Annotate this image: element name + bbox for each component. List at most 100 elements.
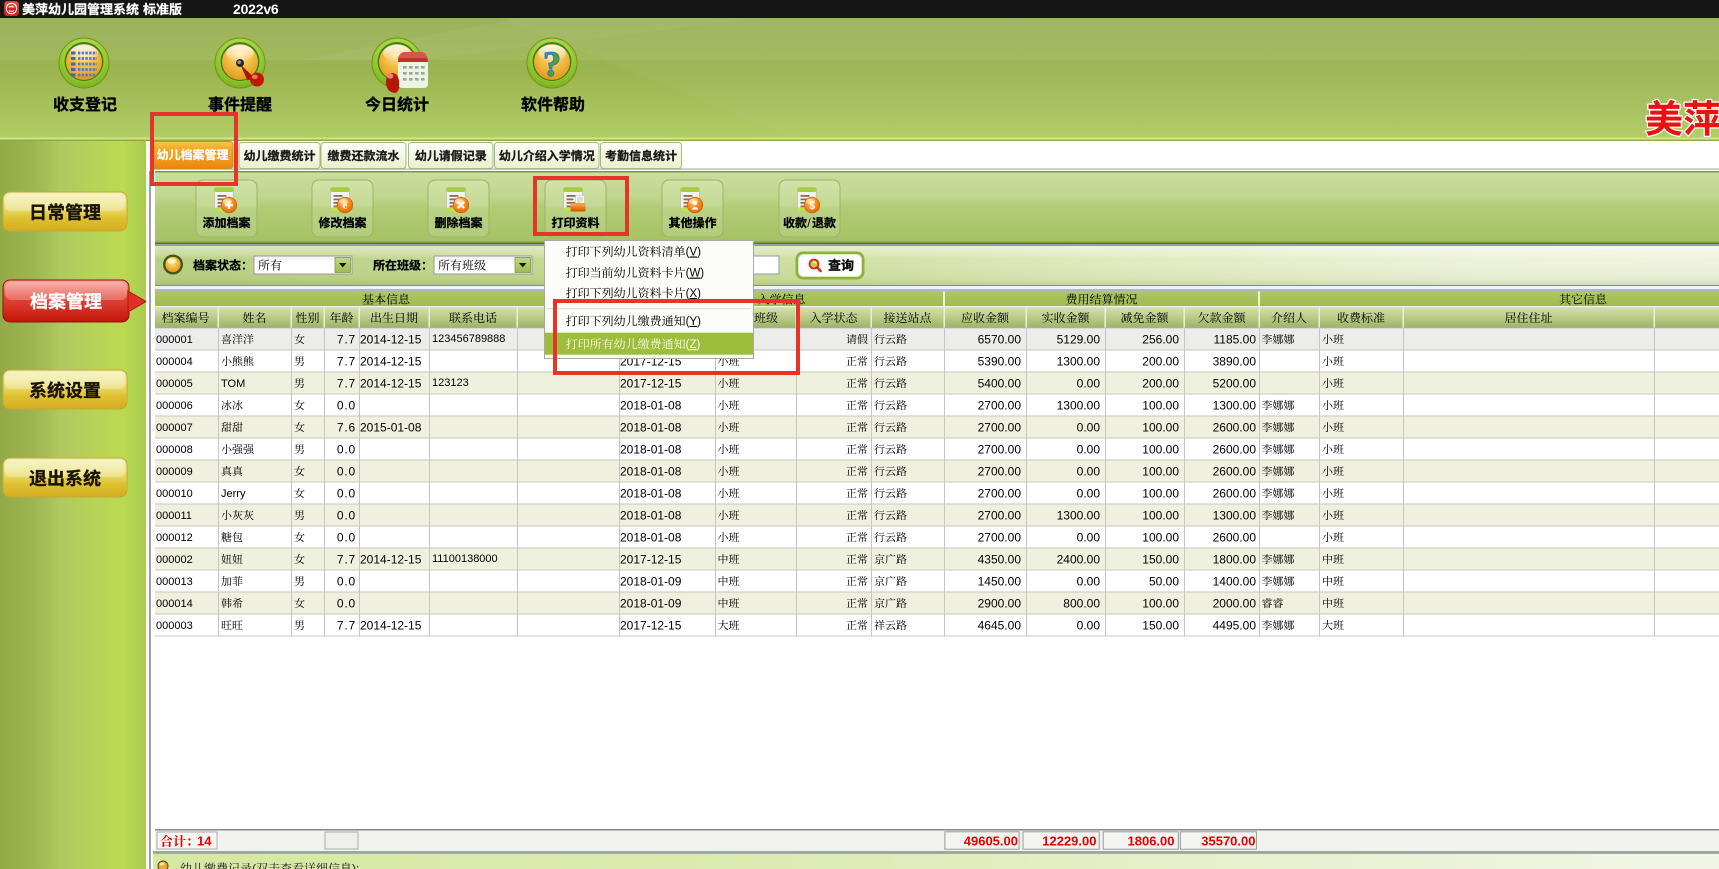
svg-text:000005: 000005 — [156, 378, 193, 390]
svg-text:TOM: TOM — [221, 378, 245, 390]
svg-text:3890.00: 3890.00 — [1213, 354, 1257, 368]
svg-text:0.0: 0.0 — [337, 464, 356, 478]
svg-text:0.00: 0.00 — [1077, 420, 1101, 434]
svg-text:2018-01-09: 2018-01-09 — [620, 596, 682, 610]
svg-text:2018-01-08: 2018-01-08 — [620, 398, 682, 412]
svg-text:0.00: 0.00 — [1077, 574, 1101, 588]
svg-text:4495.00: 4495.00 — [1213, 618, 1257, 632]
svg-text:256.00: 256.00 — [1142, 332, 1179, 346]
svg-text:1300.00: 1300.00 — [1213, 508, 1257, 522]
svg-text:1300.00: 1300.00 — [1213, 398, 1257, 412]
svg-text:150.00: 150.00 — [1142, 552, 1179, 566]
svg-text:2700.00: 2700.00 — [978, 442, 1022, 456]
svg-text:000010: 000010 — [156, 488, 193, 500]
svg-text:7.6: 7.6 — [337, 420, 356, 434]
svg-text:100.00: 100.00 — [1142, 464, 1179, 478]
svg-text:0.0: 0.0 — [337, 596, 356, 610]
svg-text:150.00: 150.00 — [1142, 618, 1179, 632]
svg-text:1800.00: 1800.00 — [1213, 552, 1257, 566]
svg-text:2017-12-15: 2017-12-15 — [620, 552, 682, 566]
svg-text:7.7: 7.7 — [337, 354, 356, 368]
svg-text:2600.00: 2600.00 — [1213, 530, 1257, 544]
svg-text:2014-12-15: 2014-12-15 — [360, 332, 422, 346]
svg-text:800.00: 800.00 — [1063, 596, 1100, 610]
svg-text:Jerry: Jerry — [221, 488, 246, 500]
svg-text:2600.00: 2600.00 — [1213, 442, 1257, 456]
svg-text:0.0: 0.0 — [337, 398, 356, 412]
svg-text:2017-12-15: 2017-12-15 — [620, 376, 682, 390]
svg-text:0.0: 0.0 — [337, 508, 356, 522]
svg-text:1400.00: 1400.00 — [1213, 574, 1257, 588]
svg-text:000007: 000007 — [156, 422, 193, 434]
svg-text:50.00: 50.00 — [1149, 574, 1179, 588]
svg-text:35570.00: 35570.00 — [1201, 834, 1255, 849]
svg-text:2014-12-15: 2014-12-15 — [360, 354, 422, 368]
svg-text:200.00: 200.00 — [1142, 354, 1179, 368]
svg-text:12229.00: 12229.00 — [1042, 834, 1096, 849]
svg-text:0.0: 0.0 — [337, 442, 356, 456]
svg-text:100.00: 100.00 — [1142, 398, 1179, 412]
svg-text:2700.00: 2700.00 — [978, 486, 1022, 500]
svg-text:4350.00: 4350.00 — [978, 552, 1022, 566]
svg-text:6570.00: 6570.00 — [978, 332, 1022, 346]
svg-text:2018-01-08: 2018-01-08 — [620, 486, 682, 500]
svg-text:000001: 000001 — [156, 334, 193, 346]
svg-text:?: ? — [543, 44, 561, 84]
svg-text:5390.00: 5390.00 — [978, 354, 1022, 368]
svg-text:2018-01-09: 2018-01-09 — [620, 574, 682, 588]
svg-text:7.7: 7.7 — [337, 376, 356, 390]
svg-text:5200.00: 5200.00 — [1213, 376, 1257, 390]
svg-text:123123: 123123 — [432, 377, 469, 389]
svg-text:000002: 000002 — [156, 554, 193, 566]
svg-text:1185.00: 1185.00 — [1214, 332, 1257, 346]
svg-text:7.7: 7.7 — [337, 552, 356, 566]
svg-text:000013: 000013 — [156, 576, 193, 588]
svg-text:100.00: 100.00 — [1142, 442, 1179, 456]
svg-text:):: ): — [352, 861, 359, 869]
svg-text:000008: 000008 — [156, 444, 193, 456]
svg-text:(W): (W) — [686, 268, 705, 280]
svg-text:2022v6: 2022v6 — [233, 1, 279, 17]
svg-text:100.00: 100.00 — [1142, 420, 1179, 434]
svg-text:$: $ — [809, 200, 815, 212]
svg-text:000009: 000009 — [156, 466, 193, 478]
svg-text:0.00: 0.00 — [1077, 464, 1101, 478]
svg-text:(V): (V) — [686, 247, 702, 259]
svg-text:2015-01-08: 2015-01-08 — [360, 420, 422, 434]
svg-text:000004: 000004 — [156, 356, 193, 368]
svg-text:1806.00: 1806.00 — [1128, 834, 1175, 849]
svg-text:000003: 000003 — [156, 620, 193, 632]
svg-text:2014-12-15: 2014-12-15 — [360, 552, 422, 566]
svg-text:2014-12-15: 2014-12-15 — [360, 376, 422, 390]
svg-text:2600.00: 2600.00 — [1213, 486, 1257, 500]
svg-text:0.00: 0.00 — [1077, 376, 1101, 390]
svg-text:2700.00: 2700.00 — [978, 530, 1022, 544]
svg-text:2018-01-08: 2018-01-08 — [620, 420, 682, 434]
svg-text:2000.00: 2000.00 — [1213, 596, 1257, 610]
svg-text:100.00: 100.00 — [1142, 530, 1179, 544]
svg-text:0.00: 0.00 — [1077, 486, 1101, 500]
svg-text:0.00: 0.00 — [1077, 530, 1101, 544]
svg-text:1300.00: 1300.00 — [1057, 354, 1101, 368]
svg-text:7.7: 7.7 — [337, 332, 356, 346]
svg-text:2018-01-08: 2018-01-08 — [620, 508, 682, 522]
svg-text:1300.00: 1300.00 — [1057, 398, 1101, 412]
svg-text:200.00: 200.00 — [1142, 376, 1179, 390]
svg-text:1300.00: 1300.00 — [1057, 508, 1101, 522]
svg-text:4645.00: 4645.00 — [978, 618, 1022, 632]
svg-text:1450.00: 1450.00 — [978, 574, 1022, 588]
svg-text:2400.00: 2400.00 — [1057, 552, 1101, 566]
svg-text:000012: 000012 — [156, 532, 193, 544]
svg-text:0.0: 0.0 — [337, 574, 356, 588]
svg-text:5129.00: 5129.00 — [1057, 332, 1101, 346]
svg-text:100.00: 100.00 — [1142, 486, 1179, 500]
svg-text:2600.00: 2600.00 — [1213, 464, 1257, 478]
svg-text:11100138000: 11100138000 — [432, 553, 498, 565]
svg-text:123456789888: 123456789888 — [432, 333, 505, 345]
svg-text:(: ( — [252, 861, 256, 869]
svg-text:2900.00: 2900.00 — [978, 596, 1022, 610]
svg-text:000006: 000006 — [156, 400, 193, 412]
svg-text:2018-01-08: 2018-01-08 — [620, 464, 682, 478]
svg-text:2018-01-08: 2018-01-08 — [620, 442, 682, 456]
svg-text:2700.00: 2700.00 — [978, 464, 1022, 478]
